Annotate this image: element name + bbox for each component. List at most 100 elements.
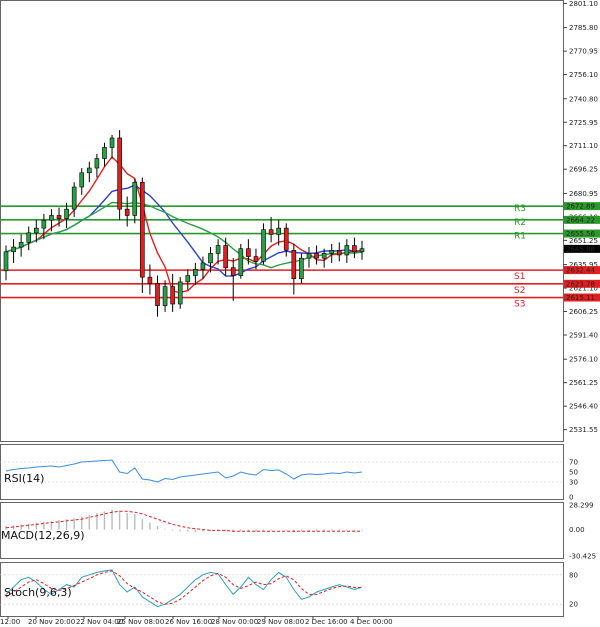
candle-down: [246, 248, 251, 257]
price-tick-label: 2801.10: [569, 0, 598, 8]
time-axis: 12:00 20 Nov 20:00 22 Nov 04:0025 Nov 08:0…: [0, 616, 393, 626]
candle-down: [314, 253, 319, 259]
candle-up: [215, 245, 221, 254]
candle-up: [200, 262, 206, 270]
candle-up: [49, 215, 54, 221]
candle-up: [344, 245, 350, 256]
level-label-s1: S1: [514, 272, 525, 282]
rsi-tick-label: 30: [569, 479, 578, 487]
candle-down: [352, 245, 357, 253]
candle-up: [185, 275, 191, 283]
price-tick-label: 2725.95: [569, 119, 598, 127]
time-tick-label: 25 Nov 08:00: [117, 618, 164, 626]
macd-tick-label: 0.00: [569, 526, 585, 534]
level-label-r3: R3: [514, 204, 526, 214]
price-tick-label: 2561.25: [569, 379, 598, 387]
macd-tick-label: 28.299: [569, 502, 594, 510]
macd-tick-label: -30.425: [569, 553, 596, 561]
candle-down: [268, 229, 274, 235]
candle-up: [238, 248, 244, 276]
candle-down: [283, 227, 289, 251]
candle-down: [253, 256, 259, 262]
last-price-label: 2645.88: [566, 245, 595, 253]
level-price-label: 2655.56: [566, 230, 595, 238]
price-tick-label: 2576.10: [569, 356, 598, 364]
time-tick-label: 20 Nov 20:00: [28, 618, 75, 626]
level-price-label: 2664.22: [566, 216, 595, 224]
candle-down: [124, 208, 130, 216]
candle-down: [291, 249, 297, 280]
time-tick-label: 2 Dec 16:00: [305, 618, 348, 626]
candle-down: [147, 276, 153, 284]
rsi-tick-label: 70: [569, 459, 578, 467]
macd-label: MACD(12,26,9): [1, 529, 85, 542]
price-panel: [0, 0, 564, 442]
candle-down: [140, 181, 145, 278]
candle-up: [94, 158, 100, 169]
price-tick-label: 2785.80: [569, 24, 598, 32]
candle-up: [321, 253, 327, 259]
level-label-s2: S2: [514, 286, 525, 296]
candle-up: [359, 248, 365, 253]
candle-up: [18, 242, 24, 248]
candle-down: [155, 283, 160, 306]
candle-up: [276, 227, 281, 235]
stoch-panel: [0, 562, 564, 617]
level-label-s3: S3: [514, 300, 525, 310]
candle-up: [208, 253, 213, 264]
candle-down: [117, 137, 122, 210]
candle-down: [336, 249, 342, 256]
price-tick-label: 2680.95: [569, 190, 598, 198]
last-price-marker: 2645.88: [564, 244, 600, 253]
candle-up: [109, 137, 115, 148]
candle-up: [177, 281, 183, 305]
price-tick-label: 2591.40: [569, 332, 598, 340]
rsi-label: RSI(14): [4, 472, 44, 485]
time-tick-label: 4 Dec 00:00: [350, 618, 393, 626]
candle-up: [3, 251, 9, 272]
price-tick-label: 2696.25: [569, 166, 598, 174]
time-tick-label: 12:00: [0, 618, 20, 626]
candle-up: [26, 232, 32, 243]
price-tick-label: 2770.95: [569, 48, 598, 56]
candle-up: [71, 186, 77, 210]
candle-up: [79, 172, 85, 188]
price-tick-label: 2711.10: [569, 142, 598, 150]
time-tick-label: 29 Nov 08:00: [257, 618, 304, 626]
candle-up: [64, 208, 69, 219]
level-price-label: 2672.89: [566, 203, 595, 211]
stoch-tick-label: 80: [569, 571, 578, 579]
candle-up: [329, 249, 335, 254]
candle-up: [306, 253, 312, 259]
candle-up: [193, 268, 198, 276]
time-tick-label: 28 Nov 00:00: [211, 618, 258, 626]
price-tick-label: 2756.10: [569, 71, 598, 79]
chart-canvas: 2801.10 2785.80 2770.95 2756.10 2740.80 2725.…: [0, 0, 600, 626]
macd-panel: [0, 502, 564, 559]
rsi-tick-label: 0: [569, 494, 573, 502]
price-tick-label: 2531.55: [569, 426, 598, 434]
candle-up: [87, 167, 92, 174]
price-tick-label: 2740.80: [569, 95, 598, 103]
level-label-r1: R1: [514, 232, 526, 242]
candle-down: [56, 215, 62, 219]
candle-down: [223, 245, 228, 268]
candle-up: [132, 181, 138, 216]
candle-down: [170, 286, 175, 305]
stoch-label: Stoch(9,6,3): [4, 586, 72, 599]
candle-up: [33, 227, 39, 234]
rsi-tick-label: 50: [569, 469, 578, 477]
time-tick-label: 26 Nov 16:00: [165, 618, 212, 626]
candle-up: [162, 286, 168, 306]
stoch-tick-label: 20: [569, 601, 578, 609]
level-price-label: 2623.78: [566, 280, 595, 288]
price-tick-label: 2546.40: [569, 403, 598, 411]
level-price-label: 2632.44: [566, 267, 595, 275]
price-tick-label: 2651.25: [569, 237, 598, 245]
candle-up: [11, 246, 16, 253]
price-tick-label: 2606.25: [569, 308, 598, 316]
level-label-r2: R2: [514, 218, 526, 228]
candle-up: [41, 219, 47, 229]
candle-down: [230, 267, 236, 276]
level-price-label: 2615.11: [566, 294, 595, 302]
